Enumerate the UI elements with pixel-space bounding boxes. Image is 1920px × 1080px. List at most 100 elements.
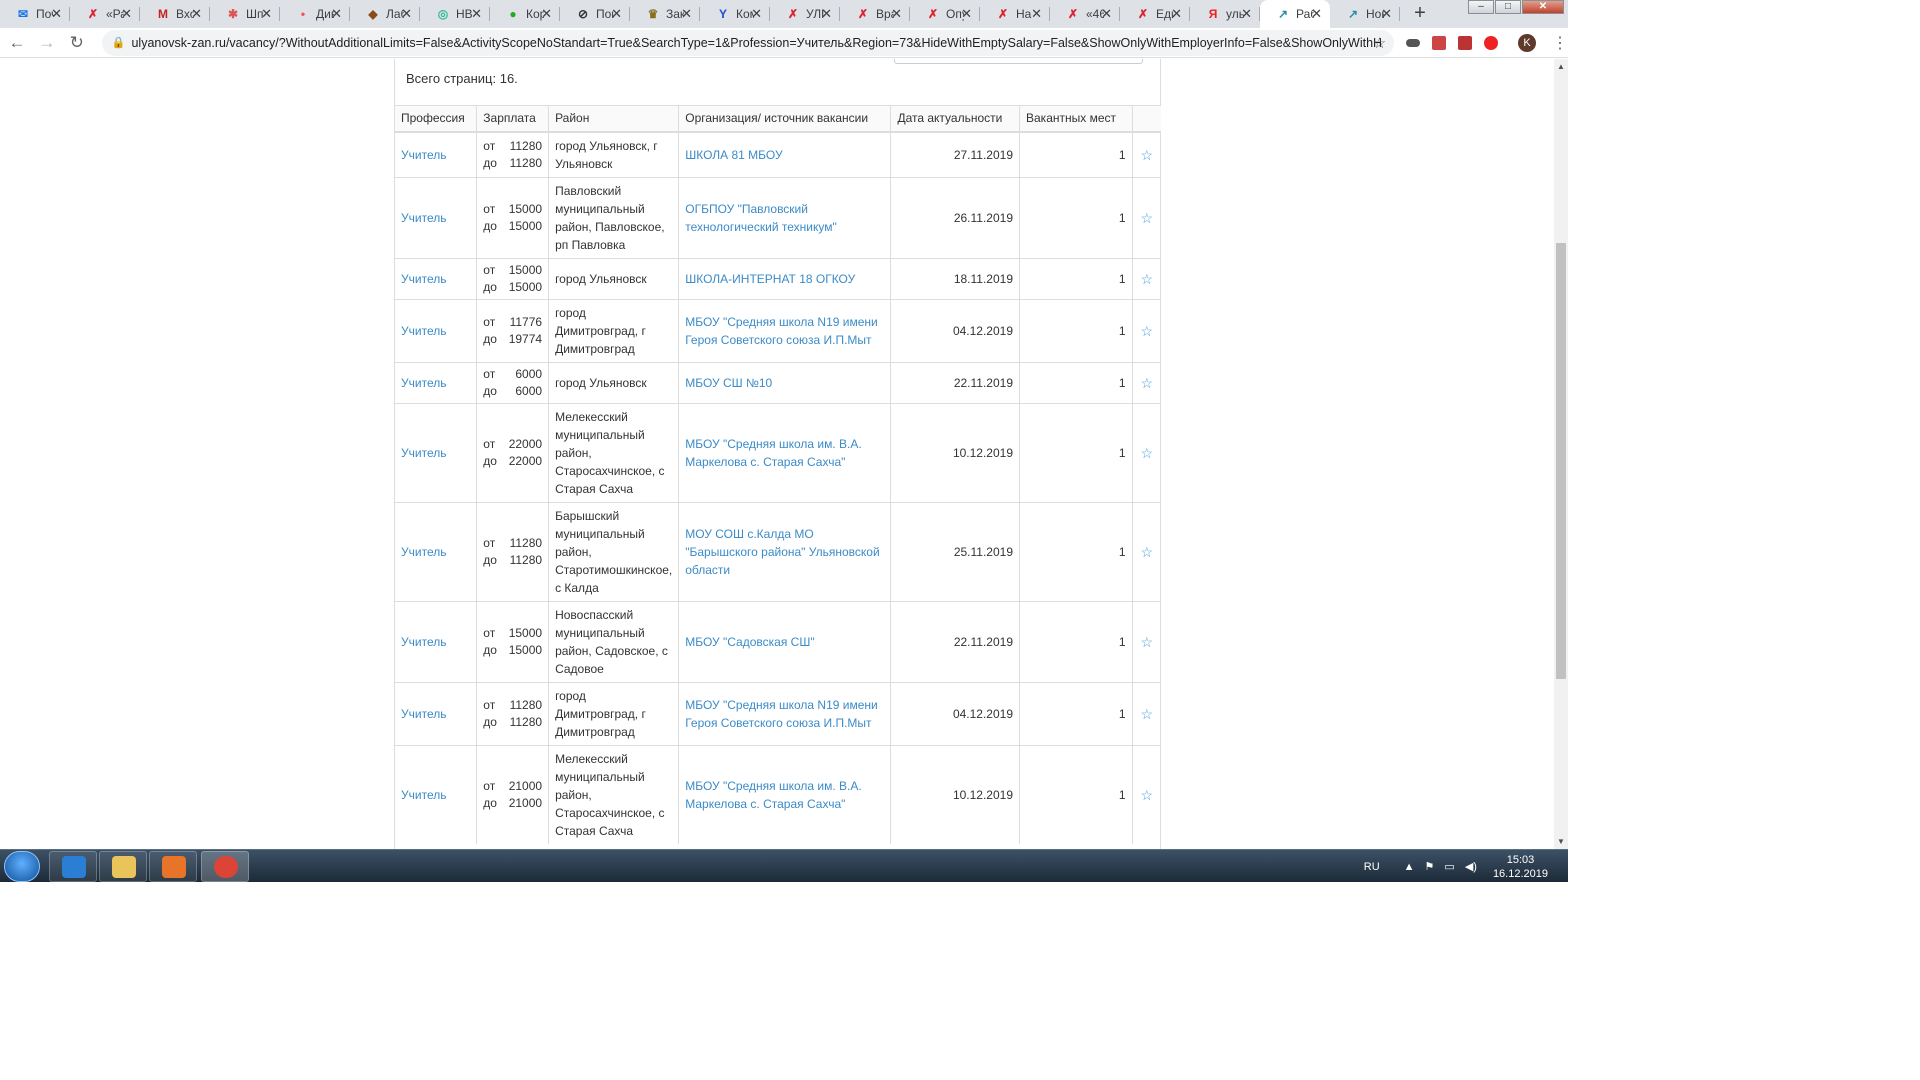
bookmark-star-icon[interactable]: ☆ bbox=[1373, 34, 1386, 52]
tab-close-icon[interactable]: ✕ bbox=[121, 6, 132, 22]
header-organization[interactable]: Организация/ источник вакансии bbox=[678, 105, 892, 133]
language-indicator[interactable]: RU bbox=[1364, 861, 1380, 873]
organization-link[interactable]: МБОУ "Средняя школа N19 имени Героя Сове… bbox=[685, 698, 877, 730]
extension-icon[interactable] bbox=[1432, 35, 1447, 50]
browser-tab[interactable]: Яульяновск✕ bbox=[1190, 0, 1260, 28]
favorite-star-icon[interactable]: ☆ bbox=[1132, 600, 1161, 682]
maximize-button[interactable]: □ bbox=[1495, 0, 1521, 14]
organization-link[interactable]: МБОУ "Средняя школа им. В.А. Маркелова с… bbox=[685, 779, 861, 811]
tab-close-icon[interactable]: ✕ bbox=[401, 6, 412, 22]
tab-close-icon[interactable]: ✕ bbox=[1031, 6, 1042, 22]
favorite-star-icon[interactable]: ☆ bbox=[1132, 131, 1161, 177]
favorite-star-icon[interactable]: ☆ bbox=[1132, 681, 1161, 745]
action-center-icon[interactable]: ⚑ bbox=[1425, 860, 1435, 873]
tab-close-icon[interactable]: ✕ bbox=[191, 6, 202, 22]
tab-close-icon[interactable]: ✕ bbox=[751, 6, 762, 22]
scroll-up-arrow-icon[interactable]: ▲ bbox=[1557, 62, 1565, 71]
profile-avatar[interactable]: K bbox=[1518, 33, 1537, 52]
scroll-down-arrow-icon[interactable]: ▼ bbox=[1557, 837, 1565, 846]
reload-button[interactable]: ↻ bbox=[64, 30, 90, 56]
taskbar-button[interactable] bbox=[49, 851, 97, 882]
tab-close-icon[interactable]: ✕ bbox=[1241, 6, 1252, 22]
browser-tab[interactable]: ✗Опубликовано✕ bbox=[910, 0, 980, 28]
browser-tab[interactable]: ✗УЛГ✕ bbox=[770, 0, 840, 28]
profession-link[interactable]: Учитель bbox=[401, 376, 446, 390]
tab-close-icon[interactable]: ✕ bbox=[961, 6, 972, 22]
page-scrollbar[interactable]: ▲ ▼ bbox=[1554, 59, 1568, 849]
favorite-star-icon[interactable]: ☆ bbox=[1132, 361, 1161, 403]
header-vacancies[interactable]: Вакантных мест bbox=[1019, 105, 1133, 133]
profession-link[interactable]: Учитель bbox=[401, 707, 446, 721]
browser-tab[interactable]: ◎ НВ ✕ bbox=[420, 0, 490, 28]
favorite-star-icon[interactable]: ☆ bbox=[1132, 257, 1161, 299]
header-profession[interactable]: Профессия bbox=[395, 105, 478, 133]
tab-close-icon[interactable]: ✕ bbox=[611, 6, 622, 22]
menu-dots-icon[interactable]: ⋮ bbox=[1552, 33, 1568, 53]
profession-link[interactable]: Учитель bbox=[401, 545, 446, 559]
profession-link[interactable]: Учитель bbox=[401, 635, 446, 649]
favorite-star-icon[interactable]: ☆ bbox=[1132, 298, 1161, 362]
organization-link[interactable]: ШКОЛА 81 МБОУ bbox=[685, 148, 782, 162]
show-hidden-icons-icon[interactable]: ▲ bbox=[1404, 861, 1415, 873]
scrollbar-thumb[interactable] bbox=[1556, 243, 1566, 679]
taskbar-button[interactable] bbox=[99, 851, 147, 882]
profession-link[interactable]: Учитель bbox=[401, 788, 446, 802]
sort-select[interactable] bbox=[894, 59, 1143, 64]
tab-close-icon[interactable]: ✕ bbox=[681, 6, 692, 22]
browser-tab[interactable]: ✗«Работа»✕ bbox=[70, 0, 140, 28]
tab-close-icon[interactable]: ✕ bbox=[261, 6, 272, 22]
pdf-extension-icon[interactable] bbox=[1458, 35, 1473, 50]
browser-tab[interactable]: ◆Лабиринт✕ bbox=[350, 0, 420, 28]
organization-link[interactable]: МБОУ "Средняя школа им. В.А. Маркелова с… bbox=[685, 437, 861, 469]
browser-tab[interactable]: ✗«46»✕ bbox=[1050, 0, 1120, 28]
browser-tab[interactable]: ●Корзина✕ bbox=[490, 0, 560, 28]
favorite-star-icon[interactable]: ☆ bbox=[1132, 744, 1161, 844]
browser-tab[interactable]: ✉Почта✕ bbox=[0, 0, 70, 28]
favorite-star-icon[interactable]: ☆ bbox=[1132, 176, 1161, 258]
browser-tab[interactable]: •Дивиденды✕ bbox=[280, 0, 350, 28]
minimize-button[interactable]: – bbox=[1468, 0, 1494, 14]
address-bar[interactable]: 🔒 ulyanovsk-zan.ru/vacancy/?WithoutAddit… bbox=[101, 29, 1395, 56]
organization-link[interactable]: ОГБПОУ "Павловский технологический техни… bbox=[685, 202, 836, 234]
organization-link[interactable]: МОУ СОШ с.Калда МО "Барышского района" У… bbox=[685, 527, 879, 577]
tab-close-icon[interactable]: ✕ bbox=[331, 6, 342, 22]
volume-icon[interactable]: ◀) bbox=[1465, 860, 1477, 873]
browser-tab[interactable]: MВходящие✕ bbox=[140, 0, 210, 28]
tab-close-icon[interactable]: ✕ bbox=[891, 6, 902, 22]
profession-link[interactable]: Учитель bbox=[401, 272, 446, 286]
tab-close-icon[interactable]: ✕ bbox=[471, 6, 482, 22]
profession-link[interactable]: Учитель bbox=[401, 446, 446, 460]
tab-close-icon[interactable]: ✕ bbox=[1381, 6, 1392, 22]
organization-link[interactable]: ШКОЛА-ИНТЕРНАТ 18 ОГКОУ bbox=[685, 272, 855, 286]
browser-tab[interactable]: ↗Новая✕ bbox=[1330, 0, 1400, 28]
start-button[interactable] bbox=[4, 851, 40, 882]
browser-tab[interactable]: ⊘Поиск✕ bbox=[560, 0, 630, 28]
header-salary[interactable]: Зарплата bbox=[476, 105, 550, 133]
header-date[interactable]: Дата актуальности bbox=[890, 105, 1020, 133]
network-icon[interactable]: ▭ bbox=[1444, 860, 1454, 873]
browser-tab[interactable]: ✱Шпаргалка✕ bbox=[210, 0, 280, 28]
back-button[interactable]: ← bbox=[4, 30, 30, 56]
taskbar-button[interactable] bbox=[201, 851, 249, 882]
browser-tab[interactable]: ↗Работа✕ bbox=[1260, 0, 1330, 28]
new-tab-button[interactable]: + bbox=[1406, 0, 1434, 28]
organization-link[interactable]: МБОУ "Садовская СШ" bbox=[685, 635, 814, 649]
extension-icon[interactable] bbox=[1406, 38, 1421, 47]
organization-link[interactable]: МБОУ "Средняя школа N19 имени Героя Сове… bbox=[685, 315, 877, 347]
favorite-star-icon[interactable]: ☆ bbox=[1132, 402, 1161, 502]
profession-link[interactable]: Учитель bbox=[401, 148, 446, 162]
browser-tab[interactable]: ✗Единый✕ bbox=[1120, 0, 1190, 28]
header-district[interactable]: Район bbox=[548, 105, 680, 133]
taskbar-button[interactable] bbox=[149, 851, 197, 882]
clock[interactable]: 15:03 16.12.2019 bbox=[1493, 853, 1548, 881]
tab-close-icon[interactable]: ✕ bbox=[821, 6, 832, 22]
close-window-button[interactable]: ✕ bbox=[1522, 0, 1564, 14]
tab-close-icon[interactable]: ✕ bbox=[51, 6, 62, 22]
forward-button[interactable]: → bbox=[34, 30, 60, 56]
browser-tab[interactable]: YКомпания✕ bbox=[700, 0, 770, 28]
tab-close-icon[interactable]: ✕ bbox=[541, 6, 552, 22]
profession-link[interactable]: Учитель bbox=[401, 211, 446, 225]
tab-close-icon[interactable]: ✕ bbox=[1101, 6, 1112, 22]
favorite-star-icon[interactable]: ☆ bbox=[1132, 501, 1161, 601]
browser-tab[interactable]: ✗Врачи✕ bbox=[840, 0, 910, 28]
